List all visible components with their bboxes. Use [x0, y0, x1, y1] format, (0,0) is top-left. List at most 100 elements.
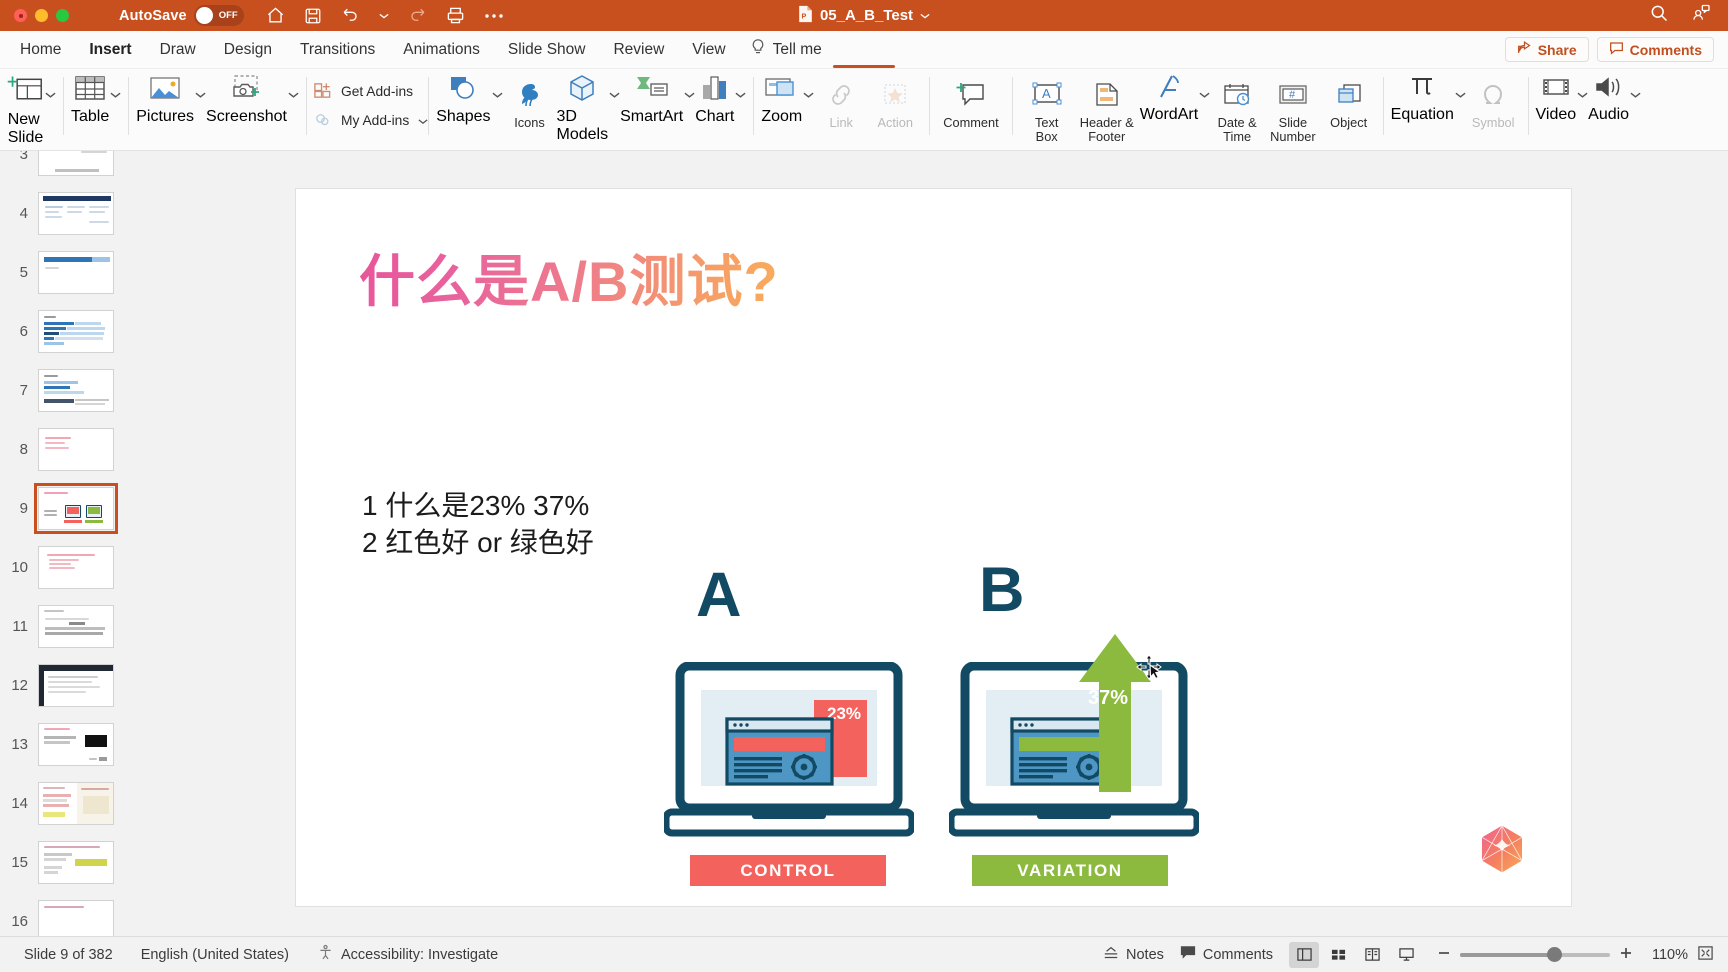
slideshow-view-button[interactable] [1391, 942, 1421, 968]
search-icon[interactable] [1649, 3, 1669, 28]
accessibility-status[interactable]: Accessibility: Investigate [317, 944, 498, 965]
get-addins-button[interactable]: Get Add-ins [313, 81, 428, 103]
audio-button[interactable]: Audio [1588, 73, 1641, 124]
view-buttons [1289, 941, 1421, 968]
reading-view-button[interactable] [1357, 942, 1387, 968]
thumbnail-slide-3[interactable]: 3 [0, 151, 134, 184]
table-dropdown-icon[interactable] [110, 86, 121, 104]
maximize-button[interactable] [56, 9, 69, 22]
zoom-in-button[interactable] [1619, 946, 1633, 964]
tab-transitions[interactable]: Transitions [286, 31, 389, 69]
icons-button[interactable]: Icons [503, 73, 557, 130]
autosave-toggle[interactable]: OFF [193, 5, 244, 26]
close-button[interactable] [14, 9, 27, 22]
zoom-slider-control[interactable]: 110% [1437, 945, 1714, 965]
slide-thumbnail-panel[interactable]: 3 4 5 6 7 8 9 10 11 12 13 14 15 16 [0, 151, 134, 936]
tab-insert[interactable]: Insert [75, 31, 145, 69]
equation-dropdown-icon[interactable] [1455, 86, 1466, 104]
wordart-dropdown-icon[interactable] [1199, 86, 1210, 104]
redo-icon[interactable] [408, 6, 427, 25]
slide-surface[interactable]: 什么是A/B测试? 1 什么是23% 37% 2 红色好 or 绿色好 A B … [296, 189, 1571, 906]
3d-models-dropdown-icon[interactable] [609, 86, 620, 104]
chart-dropdown-icon[interactable] [735, 86, 746, 104]
slide-number-button[interactable]: # Slide Number [1264, 73, 1322, 143]
zoom-out-button[interactable] [1437, 946, 1451, 964]
thumbnail-slide-10[interactable]: 10 [0, 538, 134, 597]
smartart-dropdown-icon[interactable] [684, 86, 695, 104]
pictures-dropdown-icon[interactable] [195, 86, 206, 104]
zoom-level-label[interactable]: 110% [1642, 947, 1688, 963]
thumbnail-slide-8[interactable]: 8 [0, 420, 134, 479]
new-slide-button[interactable]: New Slide [7, 65, 895, 147]
tab-draw[interactable]: Draw [146, 31, 210, 69]
equation-button[interactable]: Equation [1391, 73, 1466, 124]
thumbnail-slide-14[interactable]: 14 [0, 774, 134, 833]
smartart-button[interactable]: SmartArt [620, 73, 695, 126]
tab-slide-show[interactable]: Slide Show [494, 31, 600, 69]
new-slide-dropdown-icon[interactable] [45, 86, 56, 104]
undo-dropdown-icon[interactable] [379, 12, 389, 20]
comments-button[interactable]: Comments [1596, 37, 1714, 62]
more-icon[interactable] [484, 13, 504, 19]
screenshot-dropdown-icon[interactable] [288, 86, 299, 104]
chart-button[interactable]: Chart [695, 73, 746, 126]
collaborators-icon[interactable] [1691, 3, 1712, 28]
3d-models-button[interactable]: 3D Models [557, 73, 621, 144]
zoom-track[interactable] [1460, 946, 1610, 962]
audio-dropdown-icon[interactable] [1630, 86, 1641, 104]
thumbnail-slide-6[interactable]: 6 [0, 302, 134, 361]
notes-button[interactable]: Notes [1103, 945, 1164, 965]
tab-design[interactable]: Design [210, 31, 286, 69]
object-button[interactable]: Object [1322, 73, 1376, 130]
document-title-area[interactable]: P 05_A_B_Test [734, 5, 994, 27]
text-box-button[interactable]: A Text Box [1020, 73, 1074, 143]
tab-animations[interactable]: Animations [389, 31, 494, 69]
new-comment-button[interactable]: Comment [937, 73, 1004, 130]
video-dropdown-icon[interactable] [1577, 86, 1588, 104]
tab-home[interactable]: Home [6, 31, 75, 69]
tab-review[interactable]: Review [599, 31, 678, 69]
zoom-dropdown-icon[interactable] [803, 86, 814, 104]
thumbnail-slide-13[interactable]: 13 [0, 715, 134, 774]
thumbnail-number: 12 [11, 677, 28, 694]
slide-counter[interactable]: Slide 9 of 382 [24, 947, 113, 963]
tab-view[interactable]: View [678, 31, 739, 69]
shapes-dropdown-icon[interactable] [491, 86, 503, 104]
text-box-label: Text Box [1034, 115, 1059, 144]
autosave-control[interactable]: AutoSave OFF [119, 5, 244, 26]
header-footer-button[interactable]: Header & Footer [1074, 73, 1140, 143]
minimize-button[interactable] [35, 9, 48, 22]
undo-icon[interactable] [341, 6, 360, 25]
share-button[interactable]: Share [1504, 37, 1589, 62]
tell-me-box[interactable]: Tell me [740, 38, 822, 61]
print-icon[interactable] [446, 6, 465, 25]
my-addins-dropdown-icon[interactable] [418, 113, 428, 128]
slide-sorter-view-button[interactable] [1323, 942, 1353, 968]
wordart-button[interactable]: WordArt [1140, 73, 1210, 124]
language-indicator[interactable]: English (United States) [141, 947, 289, 963]
date-time-button[interactable]: Date & Time [1210, 73, 1264, 143]
thumbnail-slide-12[interactable]: 12 [0, 656, 134, 715]
normal-view-button[interactable] [1289, 941, 1319, 968]
thumbnail-slide-4[interactable]: 4 [0, 184, 134, 243]
title-dropdown-icon[interactable] [920, 7, 930, 24]
thumbnail-slide-7[interactable]: 7 [0, 361, 134, 420]
comments-status-button[interactable]: Comments [1180, 945, 1273, 964]
thumbnail-slide-5[interactable]: 5 [0, 243, 134, 302]
table-button[interactable]: Table [71, 73, 121, 126]
thumbnail-slide-15[interactable]: 15 [0, 833, 134, 892]
variant-a-letter: A [696, 560, 742, 630]
my-addins-button[interactable]: My Add-ins [313, 110, 428, 132]
thumbnail-slide-11[interactable]: 11 [0, 597, 134, 656]
home-icon[interactable] [266, 6, 285, 25]
thumbnail-slide-16[interactable]: 16 [0, 892, 134, 936]
fit-to-window-button[interactable] [1697, 945, 1714, 965]
pictures-button[interactable]: Pictures [136, 73, 206, 126]
thumbnail-slide-9[interactable]: 9 [0, 479, 134, 538]
zoom-slider-handle[interactable] [1547, 946, 1562, 962]
zoom-button[interactable]: Zoom [761, 73, 814, 126]
save-icon[interactable] [304, 7, 322, 25]
shapes-button[interactable]: Shapes [436, 73, 503, 126]
screenshot-button[interactable]: Screenshot [206, 73, 299, 126]
video-button[interactable]: Video [1536, 73, 1589, 124]
